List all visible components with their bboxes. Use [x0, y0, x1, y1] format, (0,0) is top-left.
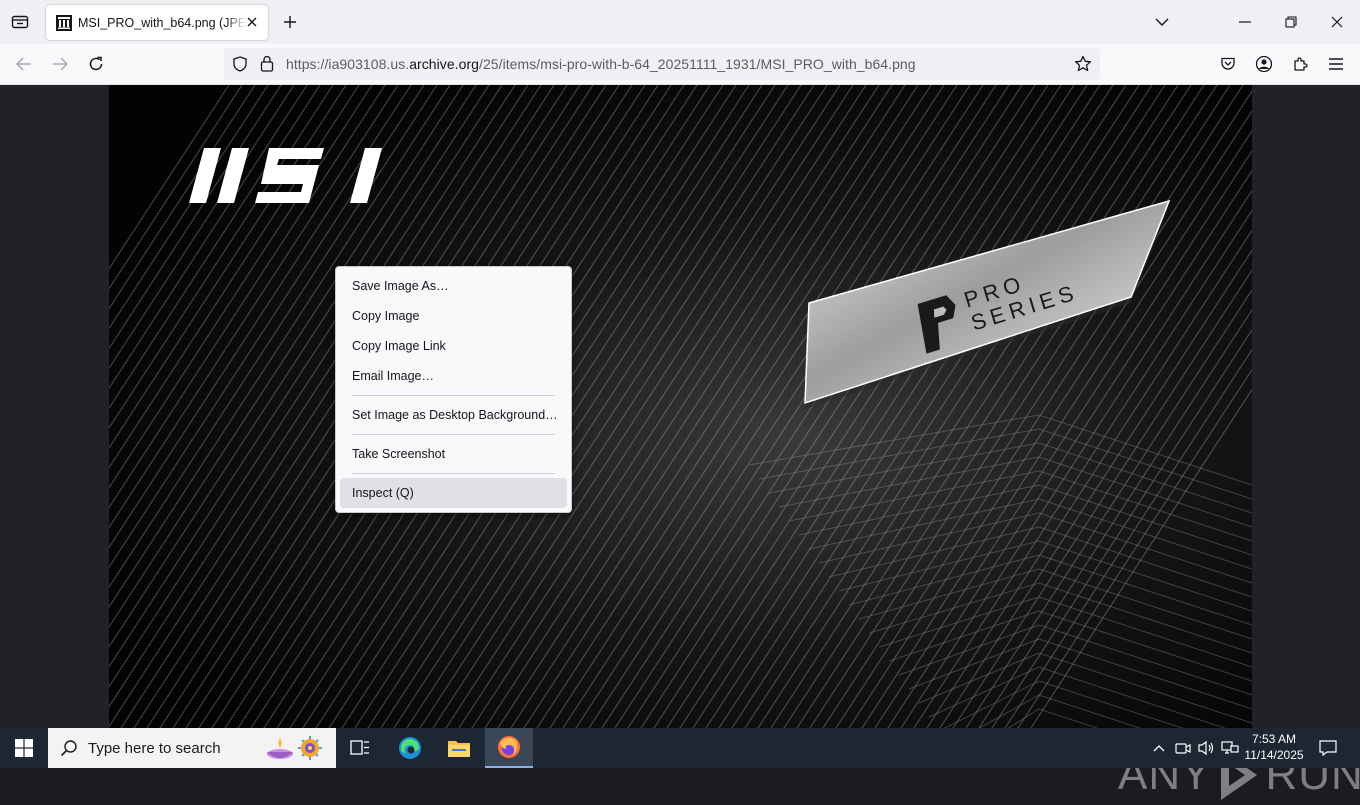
pocket-icon[interactable]: [1218, 54, 1238, 74]
system-clock[interactable]: 7:53 AM 11/14/2025: [1240, 731, 1308, 763]
taskbar-search-box[interactable]: Type here to search: [48, 728, 336, 768]
lock-icon[interactable]: [260, 55, 274, 77]
tab-strip: MSI_PRO_with_b64.png (JPEG Image): [0, 0, 1360, 44]
tab-title: MSI_PRO_with_b64.png (JPEG Image): [78, 15, 246, 30]
windows-taskbar: Type here to search 7:53 AM 11/14/2025: [0, 728, 1360, 768]
bookmark-star-icon[interactable]: [1074, 55, 1092, 78]
url-domain: archive.org: [409, 56, 480, 72]
minimize-icon[interactable]: [1235, 12, 1255, 32]
hamburger-menu-icon[interactable]: [1326, 54, 1346, 74]
search-highlight-diwali-icon: [262, 734, 326, 769]
menu-copy-image-link[interactable]: Copy Image Link: [340, 331, 567, 361]
windows-start-icon[interactable]: [0, 728, 48, 768]
file-explorer-icon[interactable]: [435, 728, 483, 768]
menu-inspect[interactable]: Inspect (Q): [340, 478, 567, 508]
meet-now-icon[interactable]: [1173, 738, 1193, 758]
menu-separator: [352, 434, 555, 435]
extensions-icon[interactable]: [1290, 54, 1310, 74]
navigation-toolbar: https://ia903108.us.archive.org/25/items…: [0, 44, 1360, 85]
notifications-icon[interactable]: [1318, 738, 1338, 758]
url-text[interactable]: https://ia903108.us.archive.org/25/items…: [286, 56, 916, 72]
back-arrow-icon[interactable]: [14, 54, 34, 74]
close-window-icon[interactable]: [1327, 12, 1347, 32]
account-icon[interactable]: [1254, 54, 1274, 74]
archive-favicon-icon: [56, 14, 72, 31]
url-prefix: https://ia903108.us.: [286, 56, 410, 72]
new-tab-icon[interactable]: [280, 12, 300, 32]
menu-copy-image[interactable]: Copy Image: [340, 301, 567, 331]
network-icon[interactable]: [1220, 738, 1240, 758]
tab-list-icon[interactable]: [8, 10, 32, 34]
restore-icon[interactable]: [1281, 12, 1301, 32]
image-context-menu: Save Image As… Copy Image Copy Image Lin…: [335, 266, 572, 513]
menu-take-screenshot[interactable]: Take Screenshot: [340, 439, 567, 469]
tracking-protection-shield-icon[interactable]: [232, 56, 248, 77]
volume-icon[interactable]: [1197, 738, 1217, 758]
search-icon: [60, 739, 78, 762]
browser-tab[interactable]: MSI_PRO_with_b64.png (JPEG Image): [46, 5, 268, 40]
list-all-tabs-icon[interactable]: [1152, 12, 1172, 32]
forward-arrow-icon[interactable]: [50, 54, 70, 74]
menu-set-desktop-background[interactable]: Set Image as Desktop Background…: [340, 400, 567, 430]
address-bar[interactable]: https://ia903108.us.archive.org/25/items…: [224, 48, 1100, 80]
url-path: /25/items/msi-pro-with-b-64_20251111_193…: [479, 56, 916, 72]
tray-overflow-chevron-icon[interactable]: [1149, 738, 1169, 758]
close-tab-icon[interactable]: [244, 14, 260, 30]
search-placeholder: Type here to search: [88, 739, 221, 757]
page-content: PRO SERIES ANY RUN: [0, 85, 1360, 800]
clock-date: 11/14/2025: [1244, 748, 1304, 762]
edge-browser-icon[interactable]: [386, 728, 434, 768]
reload-icon[interactable]: [86, 54, 106, 74]
menu-email-image[interactable]: Email Image…: [340, 361, 567, 391]
task-view-icon[interactable]: [336, 728, 384, 768]
menu-save-image-as[interactable]: Save Image As…: [340, 271, 567, 301]
clock-time: 7:53 AM: [1251, 732, 1297, 746]
menu-separator: [352, 395, 555, 396]
firefox-taskbar-icon[interactable]: [485, 728, 533, 768]
msi-wallpaper-image[interactable]: PRO SERIES: [109, 85, 1252, 728]
menu-separator: [352, 473, 555, 474]
